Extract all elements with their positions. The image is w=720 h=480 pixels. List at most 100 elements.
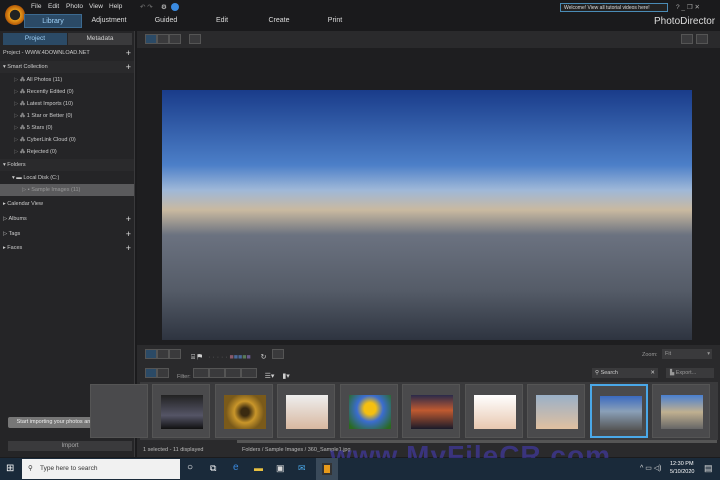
thumbnail[interactable] (464, 384, 523, 438)
file-explorer-icon[interactable]: ▬ (254, 463, 263, 473)
filter-edit-button[interactable] (224, 368, 241, 378)
taskbar-search[interactable]: ⚲ Type here to search (22, 459, 180, 479)
section-tags[interactable]: ▷ Tags + (0, 228, 134, 240)
tab-library[interactable]: Library (24, 14, 82, 28)
grid-view-button[interactable] (169, 34, 181, 44)
hand-tool-icon[interactable] (696, 34, 708, 44)
list-view-button[interactable] (157, 368, 169, 378)
expand-icon[interactable]: ▷ (14, 125, 18, 131)
tray-icons[interactable]: ^ ▭ ◁) (640, 464, 662, 472)
zoom-value: Fit (665, 351, 672, 357)
color-labels[interactable]: ■■■■■ (230, 354, 251, 361)
section-folders[interactable]: ▾ Folders (0, 159, 134, 171)
rotate-icon[interactable]: ↻ (261, 354, 267, 361)
filmstrip[interactable] (90, 382, 718, 440)
expand-icon[interactable]: ▷ (14, 149, 18, 155)
browser-view-button[interactable] (145, 34, 157, 44)
tab-metadata[interactable]: Metadata (68, 33, 132, 45)
main-photo[interactable] (162, 90, 692, 340)
clear-search-icon[interactable]: ✕ (650, 368, 658, 378)
menu-view[interactable]: View (89, 3, 103, 10)
thumbnail[interactable] (214, 384, 273, 438)
thumbnail[interactable] (402, 384, 460, 438)
folder-local-disk[interactable]: ▾ ▬ Local Disk (C:) (0, 172, 134, 184)
thumbnail[interactable] (90, 384, 148, 438)
mail-icon[interactable]: ✉ (298, 463, 306, 474)
tab-project[interactable]: Project (3, 33, 67, 45)
compare-view-button[interactable] (188, 34, 201, 44)
smart-collection-item[interactable]: ▷ ⁂ Recently Edited (0) (0, 86, 134, 98)
single-view-button[interactable] (145, 349, 157, 359)
smart-collection-item[interactable]: ▷ ⁂ Latest Imports (10) (0, 98, 134, 110)
crop-icon[interactable] (272, 349, 285, 359)
thumbnail[interactable] (652, 384, 710, 438)
section-smart-collection[interactable]: ▾ Smart Collection + (0, 61, 134, 73)
tab-adjustment[interactable]: Adjustment (80, 14, 138, 28)
section-faces[interactable]: ▸ Faces + (0, 242, 134, 254)
welcome-banner[interactable]: Welcome! View all tutorial videos here! (560, 3, 668, 12)
tab-create[interactable]: Create (250, 14, 308, 28)
add-icon[interactable]: + (126, 61, 131, 73)
add-icon[interactable]: + (126, 47, 131, 59)
thumbnail[interactable] (527, 384, 585, 438)
smart-collection-item[interactable]: ▷ ⁂ 1 Star or Better (0) (0, 110, 134, 122)
store-icon[interactable]: ▣ (276, 463, 285, 474)
rating-stars[interactable]: · · · · · (208, 354, 227, 361)
notifications-icon[interactable]: ▤ (704, 463, 713, 474)
expand-icon[interactable]: ▷ (14, 137, 18, 143)
menu-edit[interactable]: Edit (48, 3, 59, 10)
cortana-icon[interactable]: ○ (187, 462, 193, 473)
zoom-tool-icon[interactable] (681, 34, 693, 44)
filter-rating-button[interactable] (240, 368, 257, 378)
dual-view-button[interactable] (157, 349, 169, 359)
window-controls[interactable]: ? _ ❐ ✕ (676, 3, 700, 11)
menu-help[interactable]: Help (109, 3, 122, 10)
windows-start-icon[interactable]: ⊞ (6, 463, 14, 474)
smart-collection-item[interactable]: ▷ ⁂ 5 Stars (0) (0, 122, 134, 134)
section-albums[interactable]: ▷ Albums + (0, 213, 134, 225)
add-icon[interactable]: + (126, 213, 131, 225)
thumbnail[interactable] (277, 384, 335, 438)
expand-icon[interactable]: ▷ (14, 113, 18, 119)
settings-icon[interactable]: ⚙ (161, 3, 167, 11)
section-label: Smart Collection (7, 64, 48, 70)
folder-sample-images[interactable]: ▷ ▪ Sample Images (11) (0, 184, 134, 196)
thumbnail-selected[interactable] (589, 384, 648, 438)
tab-guided[interactable]: Guided (137, 14, 195, 28)
task-view-icon[interactable]: ⧉ (210, 463, 216, 474)
sort-icon[interactable]: ☰▾ (265, 373, 275, 380)
tab-edit[interactable]: Edit (193, 14, 251, 28)
face-tag-icon[interactable]: ⌸ ⚑ (191, 354, 202, 361)
section-label: Folders (7, 162, 26, 168)
menu-photo[interactable]: Photo (66, 3, 83, 10)
thumbnail[interactable] (152, 384, 210, 438)
expand-icon[interactable]: ▷ (14, 89, 18, 95)
add-icon[interactable]: + (126, 242, 131, 254)
stack-icon[interactable]: ▮▾ (282, 373, 289, 380)
smart-collection-item[interactable]: ▷ ⁂ CyberLink Cloud (0) (0, 134, 134, 146)
filter-people-button[interactable] (192, 368, 209, 378)
filter-flag-button[interactable] (208, 368, 225, 378)
clock-time[interactable]: 12:30 PM (670, 461, 694, 467)
import-button[interactable]: Import (8, 441, 132, 451)
zoom-select[interactable]: Fit ▾ (662, 349, 712, 359)
tab-print[interactable]: Print (306, 14, 364, 28)
photodirector-taskbar-icon[interactable] (316, 458, 338, 480)
filmstrip-view-button[interactable] (145, 368, 157, 378)
expand-icon[interactable]: ▷ (14, 101, 18, 107)
menu-file[interactable]: File (31, 3, 41, 10)
cyberlink-account-icon[interactable] (171, 3, 179, 11)
add-icon[interactable]: + (126, 228, 131, 240)
multi-view-button[interactable] (169, 349, 181, 359)
export-button[interactable]: ▙ Export... (666, 368, 714, 378)
smart-collection-item[interactable]: ▷ ⁂ Rejected (0) (0, 146, 134, 158)
thumbnail[interactable] (339, 384, 398, 438)
expand-icon[interactable]: ▷ (14, 77, 18, 83)
search-field[interactable]: ⚲ Search ✕ (592, 368, 658, 378)
smart-collection-item[interactable]: ▷ ⁂ All Photos (11) (0, 74, 134, 86)
section-calendar[interactable]: ▸ Calendar View (0, 198, 134, 210)
undo-icon[interactable]: ↶ ↷ (140, 3, 153, 11)
edge-icon[interactable]: e (233, 462, 239, 473)
viewer-button[interactable] (157, 34, 169, 44)
clock-date[interactable]: 5/10/2020 (670, 469, 694, 475)
